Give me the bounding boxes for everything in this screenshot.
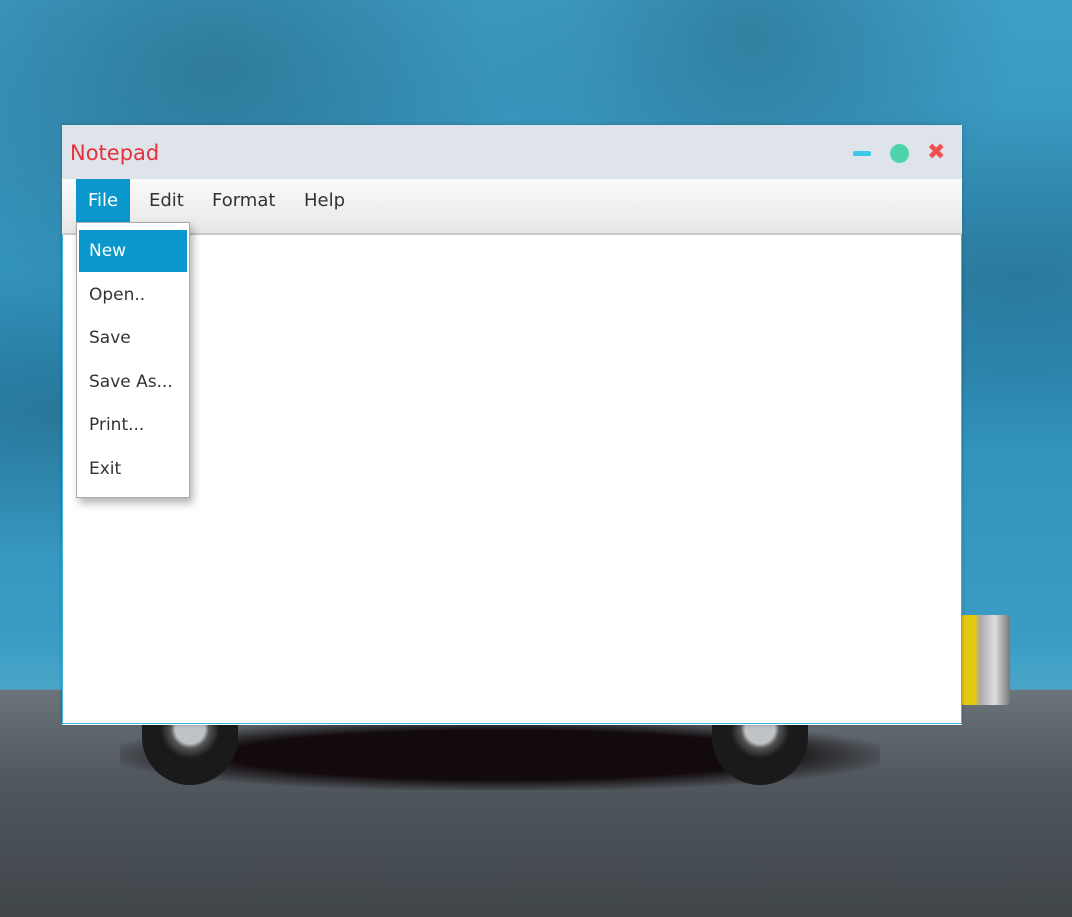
menu-item-open[interactable]: Open.. bbox=[79, 274, 187, 316]
menu-item-print[interactable]: Print... bbox=[79, 404, 187, 446]
file-menu-dropdown: New Open.. Save Save As... Print... Exit bbox=[76, 222, 190, 498]
menu-item-save-as[interactable]: Save As... bbox=[79, 361, 187, 403]
maximize-button[interactable] bbox=[890, 144, 909, 163]
close-button[interactable]: ✖ bbox=[927, 142, 945, 164]
menu-item-save[interactable]: Save bbox=[79, 317, 187, 359]
menu-bar: File Edit Format Help bbox=[62, 179, 962, 235]
menu-edit[interactable]: Edit bbox=[137, 179, 196, 222]
menu-format[interactable]: Format bbox=[200, 179, 287, 222]
minimize-button[interactable] bbox=[853, 151, 871, 156]
window-title: Notepad bbox=[70, 141, 160, 165]
menu-item-label: New bbox=[89, 241, 127, 261]
editor-textarea[interactable] bbox=[62, 235, 962, 724]
title-bar[interactable]: Notepad ✖ bbox=[62, 125, 962, 179]
close-icon: ✖ bbox=[927, 140, 946, 165]
menu-item-exit[interactable]: Exit bbox=[79, 448, 187, 490]
wallpaper-bumper bbox=[960, 615, 1010, 705]
menu-help[interactable]: Help bbox=[292, 179, 357, 222]
menu-file[interactable]: File bbox=[76, 179, 131, 222]
notepad-window: Notepad ✖ File Edit Format Help bbox=[62, 125, 962, 725]
menu-item-new[interactable]: New bbox=[79, 230, 187, 272]
